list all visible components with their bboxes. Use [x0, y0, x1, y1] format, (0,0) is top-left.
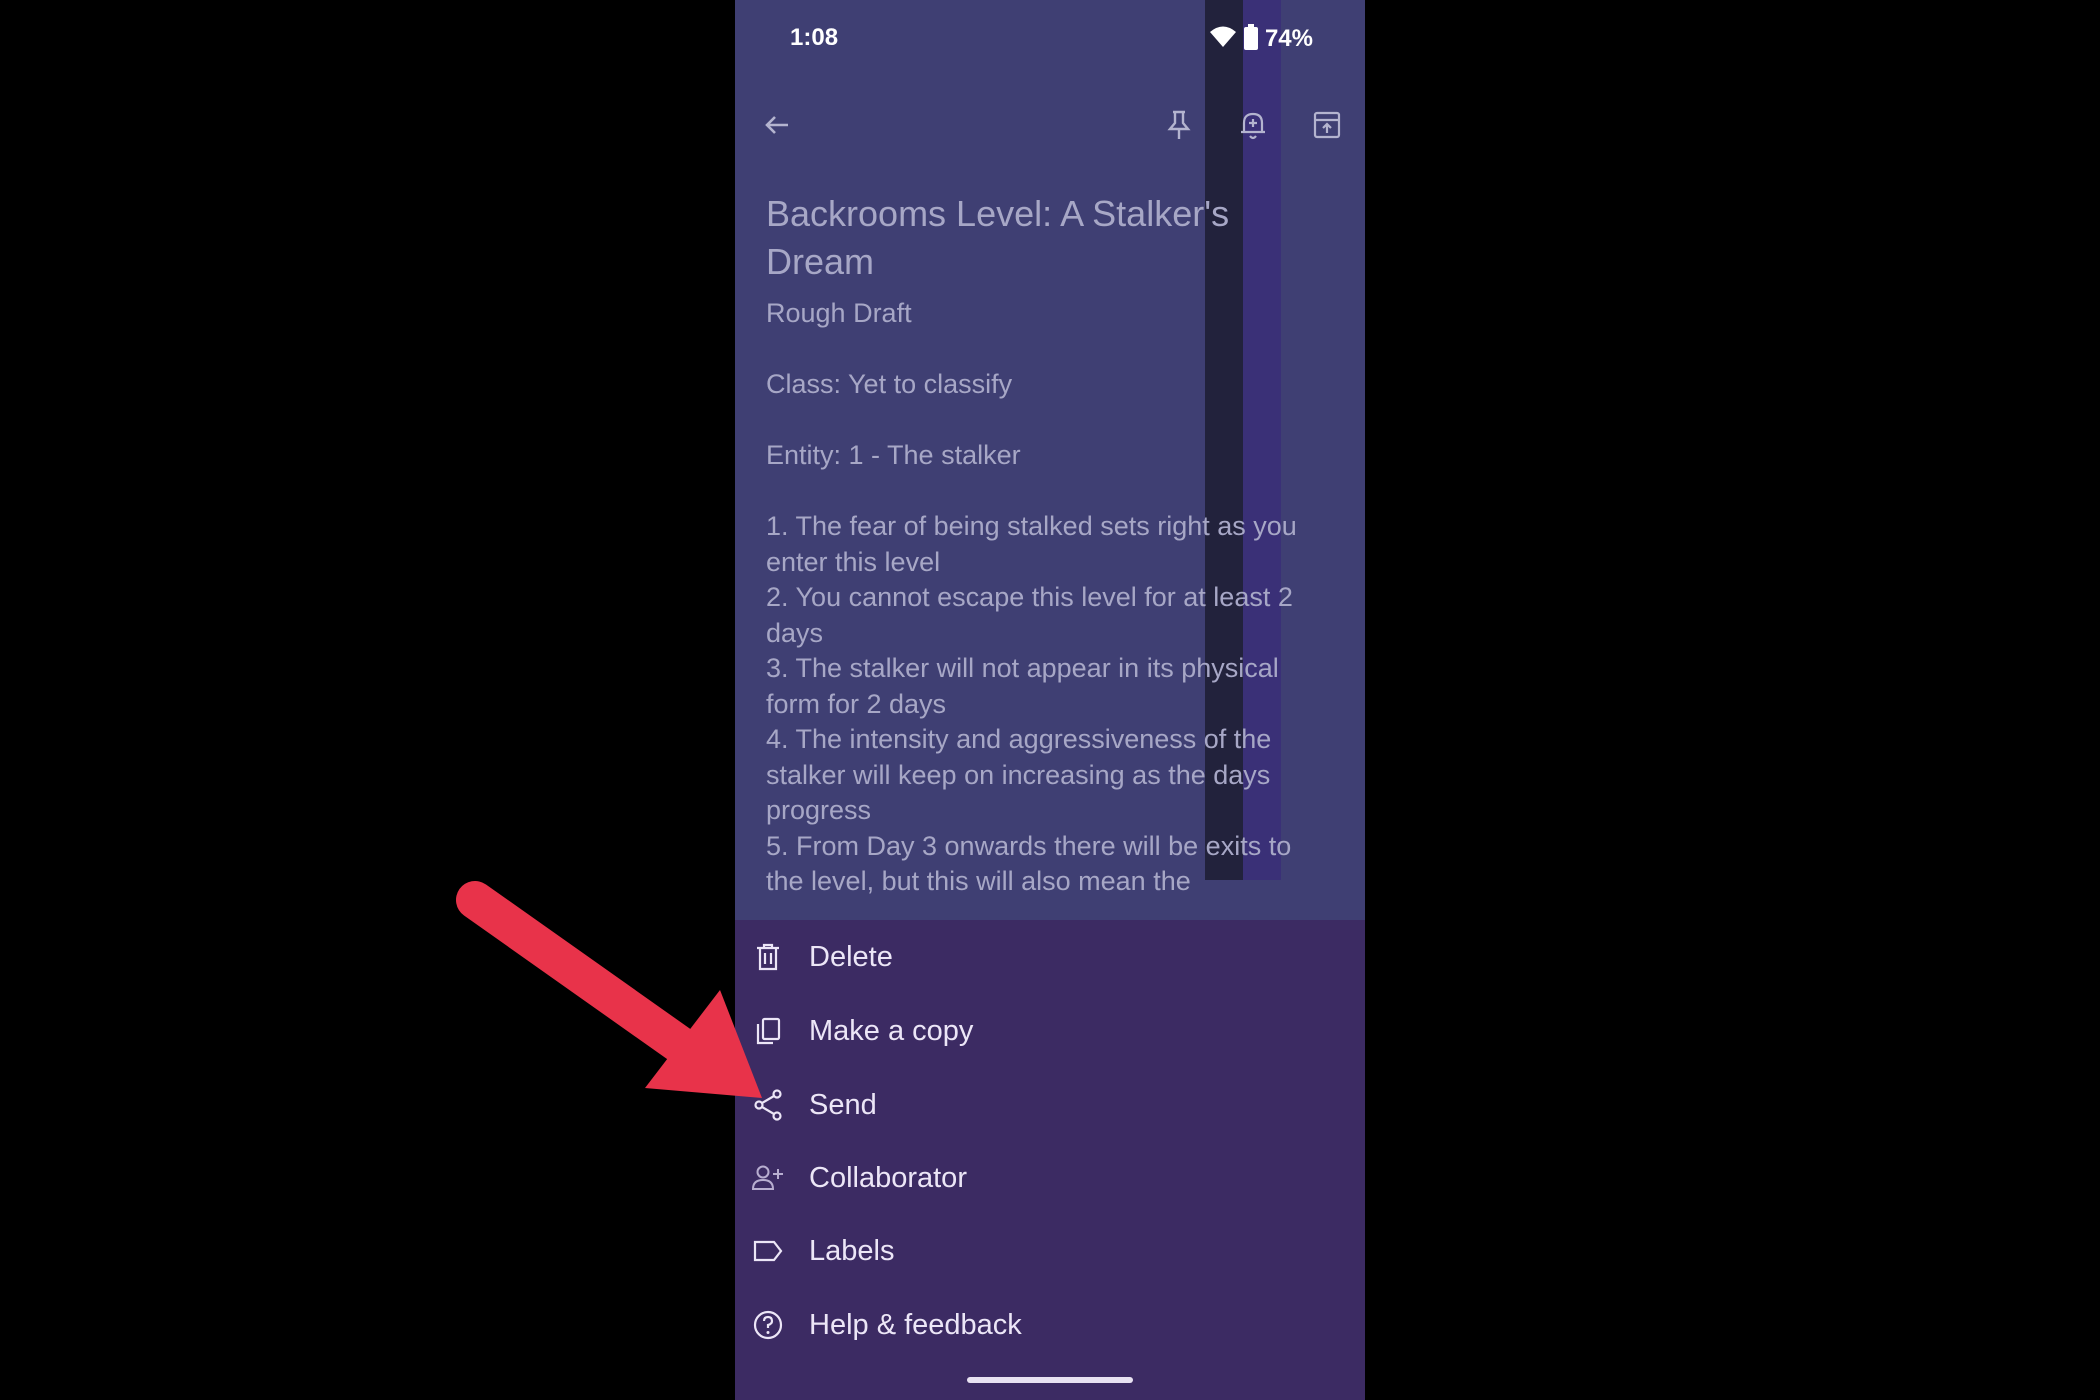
trash-icon — [751, 940, 785, 974]
menu-item-make-a-copy[interactable]: Make a copy — [735, 996, 1365, 1066]
note-line: Entity: 1 - The stalker — [766, 440, 1021, 470]
status-time: 1:08 — [790, 24, 839, 51]
note-line: 4. The intensity and aggressiveness of t… — [766, 724, 1279, 825]
note-line: 2. You cannot escape this level for at l… — [766, 582, 1301, 648]
note-line — [766, 474, 1326, 510]
menu-item-label: Collaborator — [809, 1161, 967, 1194]
note-line — [766, 332, 1326, 368]
status-bar: 1:08 74% — [735, 0, 1365, 80]
pin-icon — [1164, 109, 1194, 146]
share-icon — [751, 1088, 785, 1122]
menu-item-label: Send — [809, 1088, 877, 1121]
copy-icon — [751, 1014, 785, 1048]
battery-icon — [1243, 23, 1259, 55]
menu-item-labels[interactable]: Labels — [735, 1216, 1365, 1286]
note-line: Class: Yet to classify — [766, 369, 1013, 399]
note-line: 5. From Day 3 onwards there will be exit… — [766, 830, 1299, 897]
menu-item-send[interactable]: Send — [735, 1070, 1365, 1140]
add-person-icon — [751, 1161, 785, 1195]
note-line: Rough Draft — [766, 298, 912, 328]
note-line — [766, 403, 1326, 439]
menu-item-label: Delete — [809, 940, 893, 973]
note-line: 3. The stalker will not appear in its ph… — [766, 653, 1287, 719]
wifi-icon — [1209, 25, 1237, 54]
back-button[interactable] — [755, 105, 799, 149]
help-icon — [751, 1308, 785, 1342]
battery-percent: 74% — [1264, 25, 1313, 52]
note-line: 1. The fear of being stalked sets right … — [766, 511, 1305, 577]
reminder-bell-icon — [1238, 109, 1268, 146]
more-options-sheet: Delete Make a copy Send Collaborator Lab… — [735, 920, 1365, 1400]
back-arrow-icon — [762, 110, 792, 145]
menu-item-label: Help & feedback — [809, 1308, 1022, 1341]
menu-item-help-feedback[interactable]: Help & feedback — [735, 1290, 1365, 1360]
note-title: Backrooms Level: A Stalker's Dream — [766, 193, 1230, 282]
menu-item-delete[interactable]: Delete — [735, 922, 1365, 992]
phone-screen: 1:08 74% Backrooms Level: A Stalker's Dr… — [735, 0, 1365, 1400]
note-body[interactable]: Backrooms Level: A Stalker's Dream Rough… — [766, 190, 1326, 900]
screenshot-stage: 1:08 74% Backrooms Level: A Stalker's Dr… — [0, 0, 2100, 1400]
reminder-button[interactable] — [1231, 105, 1275, 149]
label-icon — [751, 1234, 785, 1268]
pin-button[interactable] — [1157, 105, 1201, 149]
status-icons: 74% — [1209, 23, 1313, 55]
note-toolbar — [735, 95, 1365, 155]
home-indicator[interactable] — [967, 1377, 1133, 1383]
menu-item-label: Labels — [809, 1234, 895, 1267]
archive-button[interactable] — [1305, 105, 1349, 149]
menu-item-collaborator[interactable]: Collaborator — [735, 1143, 1365, 1213]
archive-icon — [1312, 110, 1342, 145]
menu-item-label: Make a copy — [809, 1014, 974, 1047]
